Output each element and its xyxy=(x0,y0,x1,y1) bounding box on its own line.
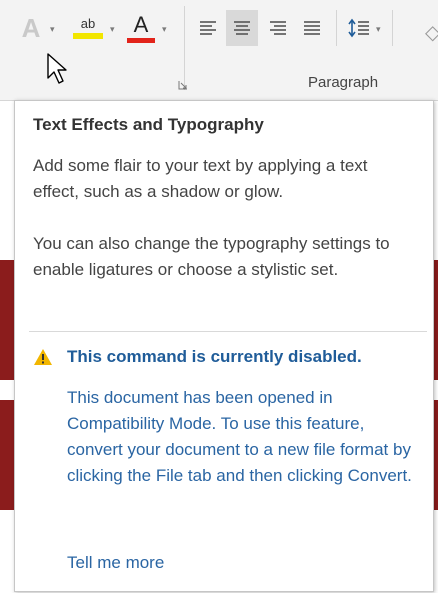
separator xyxy=(336,10,337,46)
font-color-bar xyxy=(127,37,155,43)
separator xyxy=(392,10,393,46)
chevron-down-icon[interactable]: ▾ xyxy=(50,24,55,35)
align-right-button[interactable] xyxy=(264,10,292,46)
align-left-button[interactable] xyxy=(194,10,222,46)
chevron-down-icon[interactable]: ▾ xyxy=(376,24,381,35)
text-effects-button[interactable]: A xyxy=(16,10,46,46)
align-left-icon xyxy=(200,21,216,35)
chevron-down-icon[interactable]: ▾ xyxy=(110,24,115,35)
tooltip: Text Effects and Typography Add some fla… xyxy=(14,100,434,592)
justify-button[interactable] xyxy=(298,10,326,46)
divider xyxy=(29,331,427,332)
font-color-icon: A xyxy=(133,11,149,37)
tooltip-body: Add some flair to your text by applying … xyxy=(33,153,413,309)
tooltip-paragraph: Add some flair to your text by applying … xyxy=(33,156,368,201)
cursor-icon xyxy=(47,53,67,84)
tooltip-title: Text Effects and Typography xyxy=(33,115,264,134)
line-spacing-icon xyxy=(348,18,369,38)
warning-header: This command is currently disabled. xyxy=(33,347,362,367)
warning-icon xyxy=(34,349,52,365)
dialog-launcher-icon[interactable] xyxy=(178,80,188,90)
group-separator xyxy=(184,6,185,90)
align-center-icon xyxy=(234,21,250,35)
warning-body: This document has been opened in Compati… xyxy=(67,388,412,485)
highlight-button[interactable]: ab xyxy=(68,10,108,46)
line-spacing-button[interactable] xyxy=(344,10,374,46)
align-center-button[interactable] xyxy=(226,10,258,46)
font-color-button[interactable]: A xyxy=(124,10,158,46)
highlight-icon: ab xyxy=(80,16,96,31)
tooltip-paragraph: You can also change the typography setti… xyxy=(33,234,390,279)
tell-me-more-link[interactable]: Tell me more xyxy=(67,553,164,573)
justify-icon xyxy=(304,21,320,35)
chevron-down-icon[interactable]: ▾ xyxy=(162,24,167,35)
shading-icon[interactable]: ◇ xyxy=(425,20,438,45)
group-label-paragraph: Paragraph xyxy=(308,74,379,91)
highlight-color-bar xyxy=(73,33,103,39)
text-effects-icon: A xyxy=(21,13,41,43)
document-background xyxy=(0,260,14,380)
document-background xyxy=(0,400,14,510)
align-right-icon xyxy=(270,21,286,35)
warning-title: This command is currently disabled. xyxy=(67,347,362,366)
